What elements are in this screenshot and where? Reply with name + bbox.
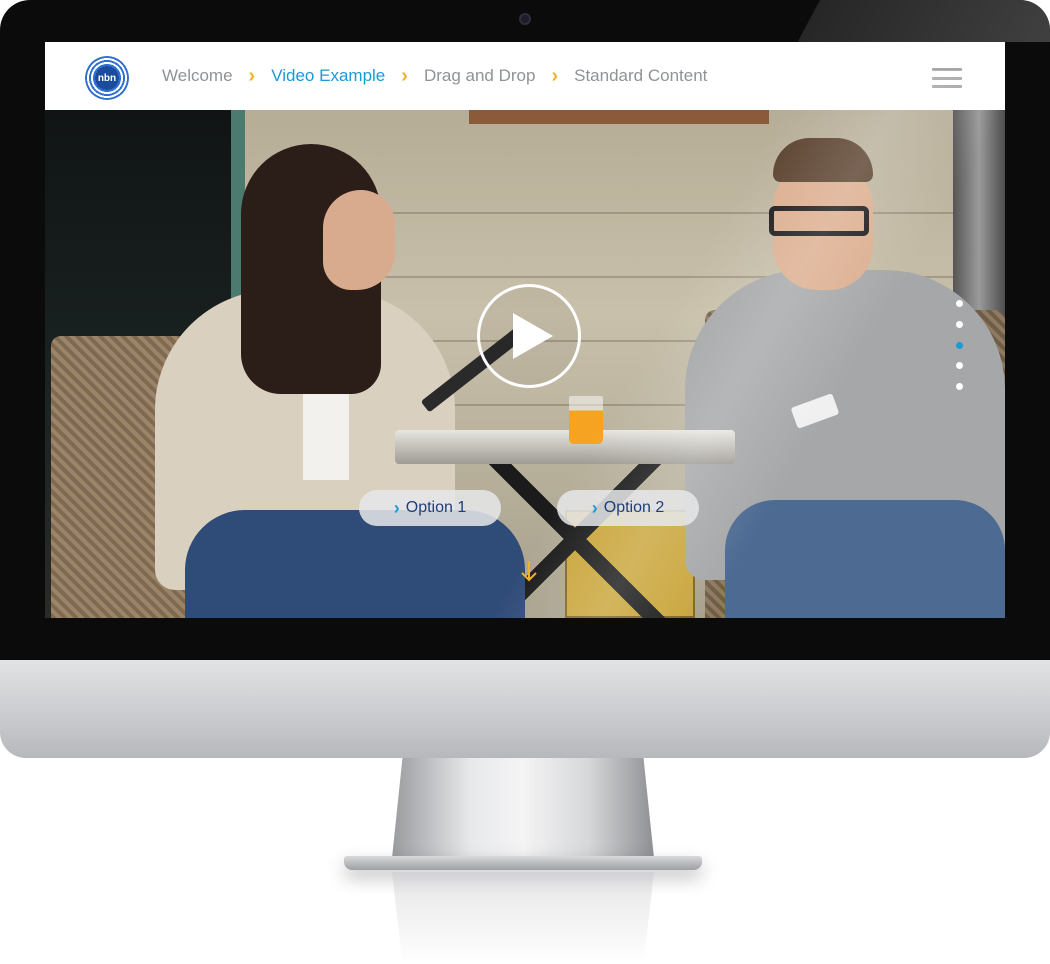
chevron-right-icon: › (551, 65, 559, 87)
logo-text: nbn (97, 72, 117, 84)
breadcrumb-standard-content[interactable]: Standard Content (574, 66, 707, 86)
screen: nbn Welcome › Video Example › Drag and D… (45, 42, 1005, 618)
pagination-dot[interactable] (955, 362, 963, 370)
nbn-logo[interactable]: nbn (85, 56, 129, 100)
play-icon (513, 313, 553, 359)
hero-video[interactable]: › Option 1 › Option 2 (45, 70, 1005, 618)
scene-woman-face (323, 190, 395, 290)
scene-woman-jeans (185, 510, 525, 618)
option-2-button[interactable]: › Option 2 (557, 490, 699, 526)
pagination-dot[interactable] (955, 320, 963, 328)
breadcrumb-welcome[interactable]: Welcome (162, 66, 233, 86)
chevron-right-icon: › (393, 498, 400, 518)
monitor-stand (392, 758, 654, 858)
chevron-right-icon: › (591, 498, 598, 518)
monitor-chin (0, 660, 1050, 758)
breadcrumb: Welcome › Video Example › Drag and Drop … (162, 42, 707, 110)
scroll-down-button[interactable] (519, 558, 539, 584)
bezel-glare (797, 0, 1050, 42)
breadcrumb-drag-and-drop[interactable]: Drag and Drop (424, 66, 536, 86)
option-2-label: Option 2 (603, 499, 665, 516)
pagination-dot[interactable] (955, 300, 963, 307)
monitor-foot (344, 856, 702, 870)
stand-reflection (392, 872, 654, 964)
arrow-down-icon (521, 561, 537, 582)
scene-shelf (469, 110, 769, 124)
breadcrumb-video-example[interactable]: Video Example (271, 66, 385, 86)
camera-icon (519, 13, 531, 25)
pagination-dot[interactable] (955, 383, 963, 390)
play-button[interactable] (477, 284, 581, 388)
option-1-label: Option 1 (405, 499, 467, 516)
chevron-right-icon: › (401, 65, 408, 87)
option-1-button[interactable]: › Option 1 (359, 490, 501, 526)
chevron-right-icon: › (248, 65, 256, 87)
slide-pagination (953, 300, 965, 390)
pagination-dot-active[interactable] (955, 341, 963, 349)
